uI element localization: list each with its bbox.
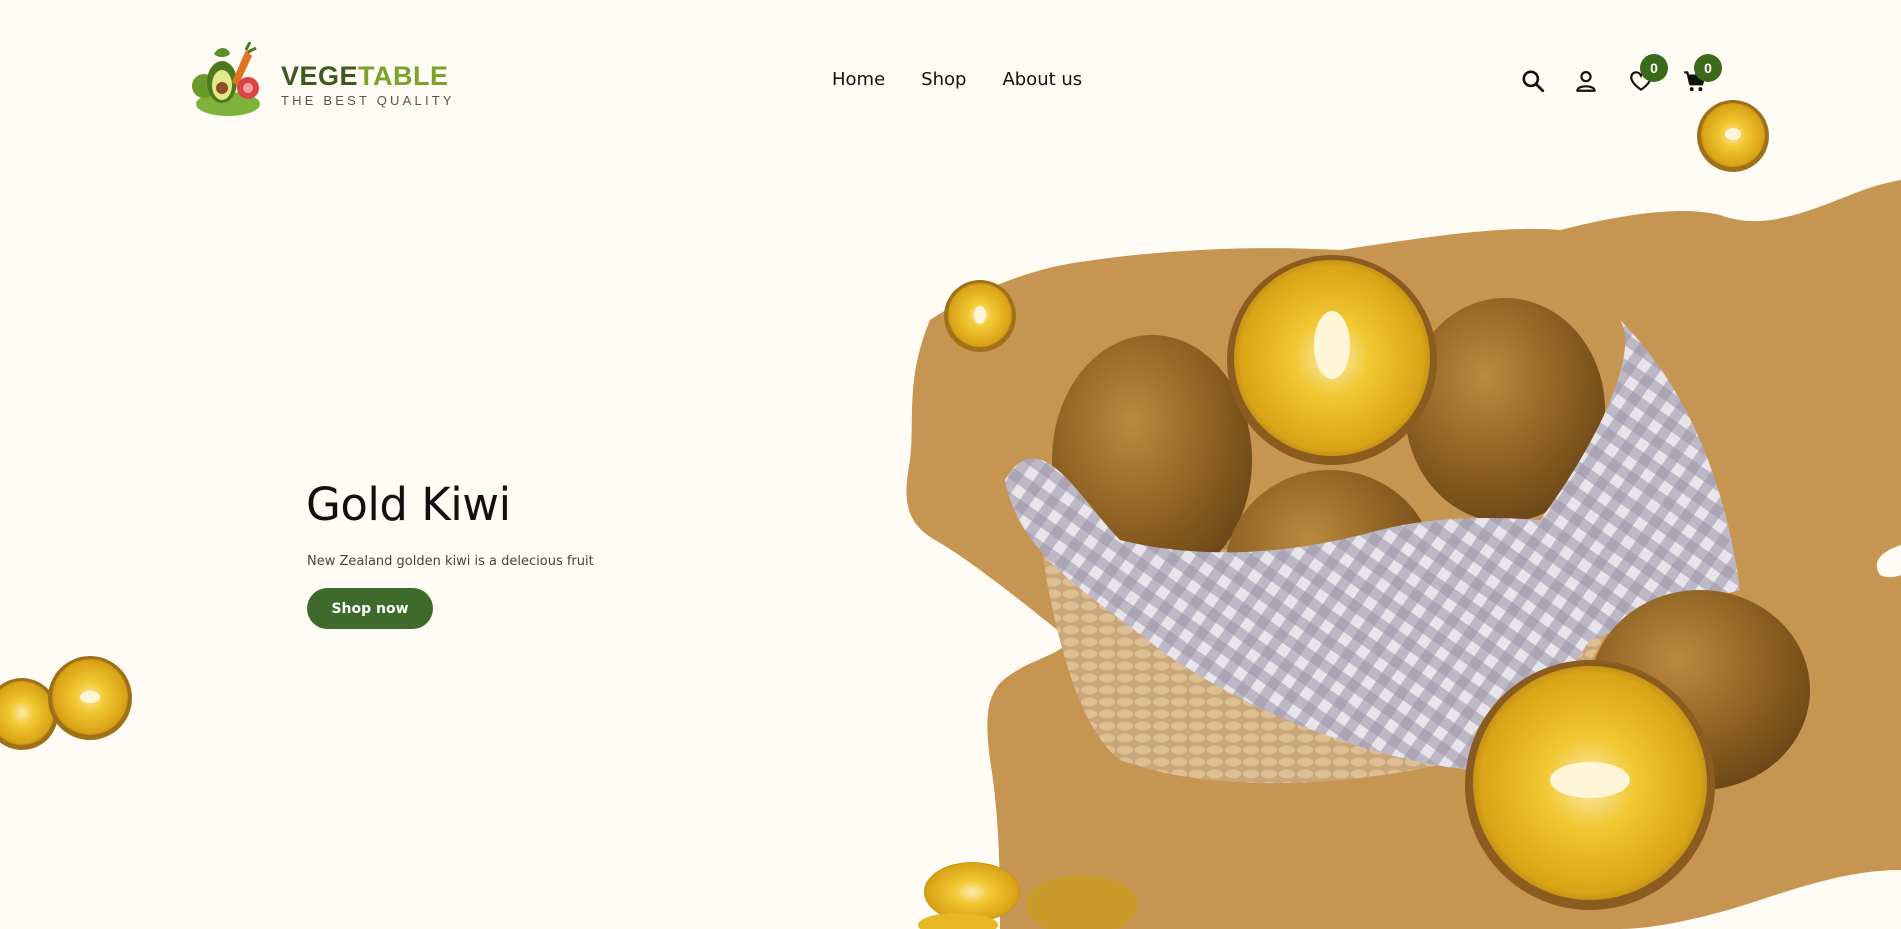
brand-tagline: THE BEST QUALITY: [281, 93, 455, 108]
kiwi-slices-bottom: [918, 862, 1138, 929]
brand-logo[interactable]: VEGETABLE THE BEST QUALITY: [188, 42, 452, 122]
hero-description: New Zealand golden kiwi is a delecious f…: [307, 554, 594, 569]
kiwi-whole-right: [1590, 590, 1810, 790]
vegetable-logo-icon: [192, 42, 260, 116]
account-button[interactable]: [1573, 68, 1599, 94]
search-icon: [1522, 70, 1545, 93]
brand-wordmark: VEGETABLE THE BEST QUALITY: [281, 61, 455, 108]
kiwi-half-right: [1465, 660, 1715, 910]
basket-illustration: [1005, 255, 1740, 784]
kiwi-slices-left: [0, 656, 132, 750]
search-button[interactable]: [1520, 68, 1546, 94]
brand-name-part1: VEGE: [281, 61, 359, 91]
nav-shop[interactable]: Shop: [921, 69, 966, 90]
kiwi-slice-floating-top: [944, 280, 1016, 352]
site-header: VEGETABLE THE BEST QUALITY Home Shop Abo…: [0, 0, 1901, 150]
paint-blob: [906, 180, 1901, 929]
main-nav: Home Shop About us: [832, 69, 1082, 90]
nav-about-us[interactable]: About us: [1002, 69, 1082, 90]
cart-count-badge: 0: [1694, 54, 1722, 82]
shop-now-button[interactable]: Shop now: [307, 588, 433, 629]
wishlist-count-badge: 0: [1640, 54, 1668, 82]
hero-title: Gold Kiwi: [306, 478, 511, 531]
brand-name: VEGETABLE: [281, 61, 455, 91]
user-icon: [1576, 71, 1596, 92]
brand-name-part2: TABLE: [358, 61, 449, 91]
nav-home[interactable]: Home: [832, 69, 885, 90]
